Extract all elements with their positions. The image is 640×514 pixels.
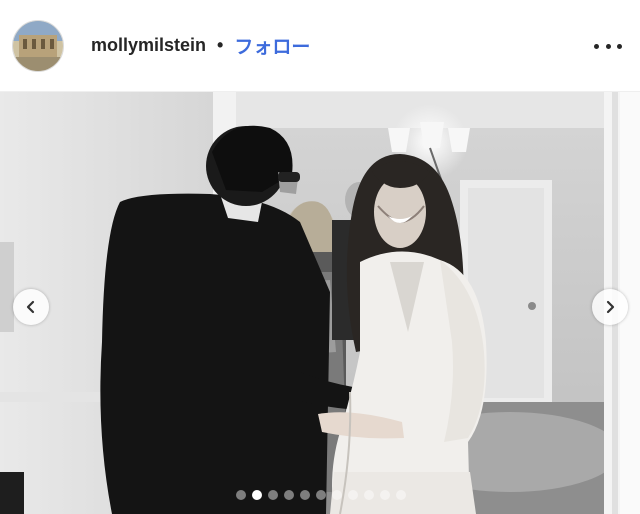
profile-avatar[interactable] xyxy=(12,19,64,72)
more-options-icon[interactable] xyxy=(594,34,622,58)
follow-button[interactable]: フォロー xyxy=(234,32,310,59)
chevron-right-icon xyxy=(606,300,615,314)
carousel-dot xyxy=(252,490,262,500)
username-link[interactable]: mollymilstein xyxy=(91,35,206,56)
carousel-dot xyxy=(380,490,390,500)
post-header: mollymilstein • フォロー xyxy=(0,0,640,92)
carousel-dot xyxy=(396,490,406,500)
carousel-dot xyxy=(268,490,278,500)
carousel-dot xyxy=(332,490,342,500)
carousel-dot xyxy=(284,490,294,500)
separator-dot: • xyxy=(217,35,224,55)
chevron-left-icon xyxy=(26,300,35,314)
carousel-dot xyxy=(348,490,358,500)
carousel-prev-button[interactable] xyxy=(13,289,49,325)
photo-image xyxy=(0,92,640,514)
instagram-post: mollymilstein • フォロー xyxy=(0,0,640,514)
carousel-dot xyxy=(236,490,246,500)
carousel-dot xyxy=(300,490,310,500)
post-photo xyxy=(0,92,640,514)
carousel-next-button[interactable] xyxy=(592,289,628,325)
carousel-dot xyxy=(364,490,374,500)
avatar-image xyxy=(13,20,63,71)
carousel-indicator xyxy=(236,490,406,500)
carousel-dot xyxy=(316,490,326,500)
